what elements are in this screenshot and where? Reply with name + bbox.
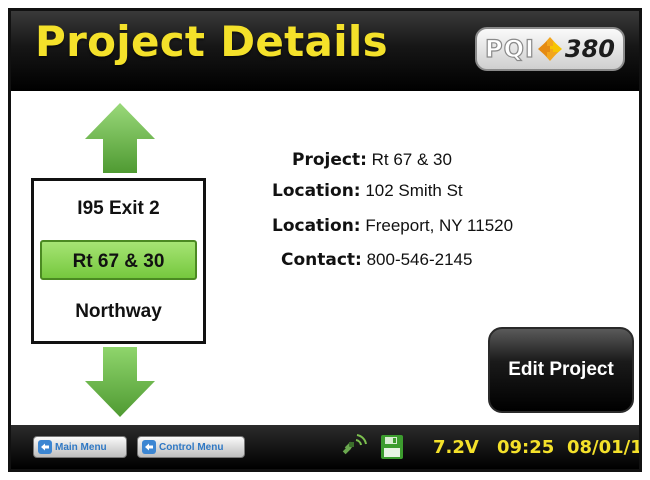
menu-icon (38, 440, 52, 454)
list-item[interactable]: I95 Exit 2 (34, 198, 203, 220)
arrow-up-icon[interactable] (83, 101, 157, 175)
main-menu-button[interactable]: Main Menu (33, 436, 127, 458)
screen: Project Details PQI 380 I95 Exit 2 Rt 67… (8, 8, 642, 472)
clock-time: 09:25 (497, 436, 555, 458)
arrow-down-icon[interactable] (83, 345, 157, 419)
control-menu-label: Control Menu (159, 441, 224, 453)
logo-arrows-icon (537, 37, 562, 61)
logo-text: PQI (484, 34, 535, 63)
list-item-selected[interactable]: Rt 67 & 30 (40, 240, 197, 280)
satellite-icon (342, 434, 367, 455)
logo-number: 380 (564, 35, 616, 63)
menu-icon (142, 440, 156, 454)
detail-row-project: Project: Rt 67 & 30 (292, 150, 452, 174)
detail-row-location-city: Location: Freeport, NY 11520 (272, 216, 513, 240)
project-list: I95 Exit 2 Rt 67 & 30 Northway (31, 178, 206, 344)
detail-row-contact: Contact: 800-546-2145 (281, 250, 472, 274)
detail-value: 800-546-2145 (361, 250, 473, 269)
list-item[interactable]: Northway (34, 301, 203, 323)
status-bar: Main Menu Control Menu 7.2V 09:25 08/01/… (11, 425, 639, 469)
page-title: Project Details (35, 17, 388, 66)
detail-value: 102 Smith St (360, 181, 463, 200)
battery-voltage: 7.2V (433, 436, 479, 458)
edit-project-button[interactable]: Edit Project (488, 327, 634, 413)
clock-date: 08/01/16 (567, 436, 642, 458)
detail-row-location: Location: 102 Smith St (272, 181, 463, 205)
detail-label: Contact: (281, 250, 362, 270)
control-menu-button[interactable]: Control Menu (137, 436, 245, 458)
header-bar: Project Details PQI 380 (11, 11, 639, 91)
floppy-disk-icon (381, 435, 403, 459)
detail-value: Rt 67 & 30 (366, 150, 452, 169)
main-menu-label: Main Menu (55, 441, 107, 453)
detail-value: Freeport, NY 11520 (360, 216, 514, 235)
detail-label: Project: (292, 150, 367, 170)
detail-label: Location: (272, 216, 361, 236)
pqi-logo: PQI 380 (475, 27, 625, 71)
detail-label: Location: (272, 181, 361, 201)
